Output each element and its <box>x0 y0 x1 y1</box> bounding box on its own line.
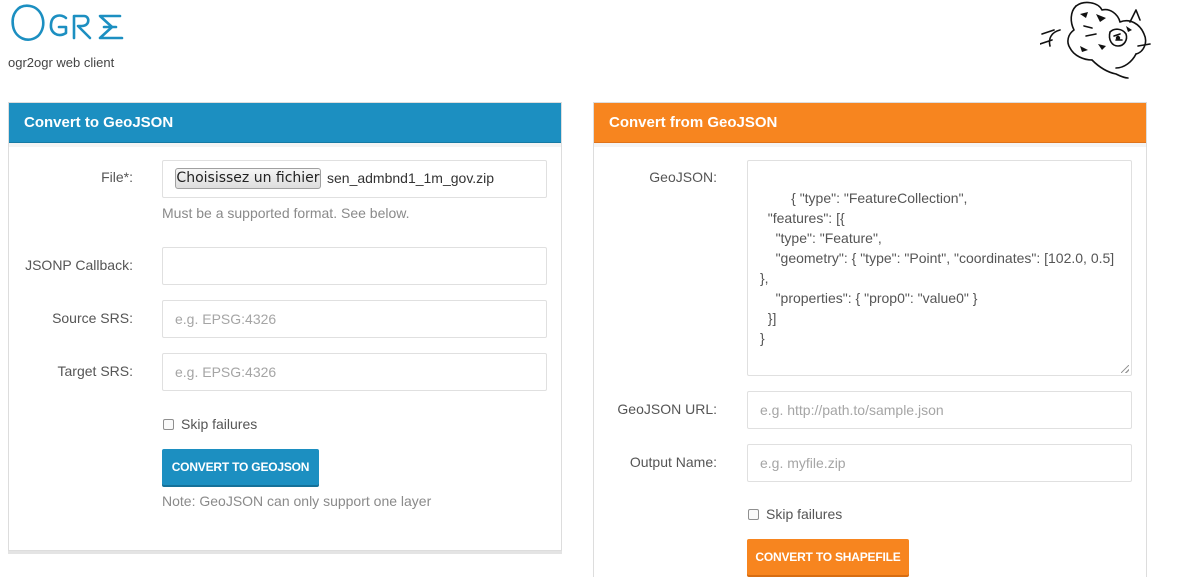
convert-from-geojson-panel: Convert from GeoJSON GeoJSON: { "type": … <box>593 102 1147 577</box>
skip-failures-checkbox[interactable] <box>748 509 759 520</box>
skip-failures-label: Skip failures <box>766 506 843 522</box>
convert-to-geojson-button[interactable]: CONVERT TO GEOJSON <box>162 449 319 485</box>
app-subtitle: ogr2ogr web client <box>8 55 115 70</box>
panel-title: Convert from GeoJSON <box>594 103 1146 143</box>
output-name-label: Output Name: <box>629 454 717 470</box>
panel-body: File*: Choisissez un fichier sen_admbnd1… <box>9 143 561 550</box>
target-srs-label: Target SRS: <box>57 363 133 379</box>
jsonp-callback-label: JSONP Callback: <box>25 257 133 273</box>
geojson-note: Note: GeoJSON can only support one layer <box>162 493 432 509</box>
source-srs-label: Source SRS: <box>52 310 133 326</box>
skip-failures-checkbox[interactable] <box>163 419 174 430</box>
file-label: File*: <box>101 169 133 185</box>
skip-failures-option[interactable]: Skip failures <box>163 416 257 432</box>
panel-body: GeoJSON: { "type": "FeatureCollection", … <box>594 143 1146 577</box>
selected-file-name: sen_admbnd1_1m_gov.zip <box>327 170 495 186</box>
geojson-textarea-content: { "type": "FeatureCollection", "features… <box>760 190 1115 346</box>
source-srs-input[interactable]: e.g. EPSG:4326 <box>162 300 547 338</box>
file-help-text: Must be a supported format. See below. <box>162 205 410 221</box>
target-srs-input[interactable]: e.g. EPSG:4326 <box>162 353 547 391</box>
geojson-textarea[interactable]: { "type": "FeatureCollection", "features… <box>747 160 1132 376</box>
page: ogr2ogr web client Convert to GeoJSON Fi… <box>0 0 1179 577</box>
jsonp-callback-input[interactable] <box>162 247 547 285</box>
convert-to-shapefile-button[interactable]: CONVERT TO SHAPEFILE <box>747 539 909 575</box>
convert-to-geojson-panel: Convert to GeoJSON File*: Choisissez un … <box>8 102 562 551</box>
output-name-input[interactable]: e.g. myfile.zip <box>747 444 1132 482</box>
skip-failures-label: Skip failures <box>181 416 258 432</box>
skip-failures-option[interactable]: Skip failures <box>748 506 842 522</box>
geojson-url-label: GeoJSON URL: <box>617 401 717 417</box>
ogre-mascot-image <box>1040 1 1151 79</box>
panel-title: Convert to GeoJSON <box>9 103 561 143</box>
resize-grip-icon[interactable] <box>1121 365 1129 373</box>
geojson-label: GeoJSON: <box>649 169 717 185</box>
ogre-logo <box>11 4 124 41</box>
geojson-url-input[interactable]: e.g. http://path.to/sample.json <box>747 391 1132 429</box>
choose-file-button[interactable]: Choisissez un fichier <box>175 168 321 189</box>
